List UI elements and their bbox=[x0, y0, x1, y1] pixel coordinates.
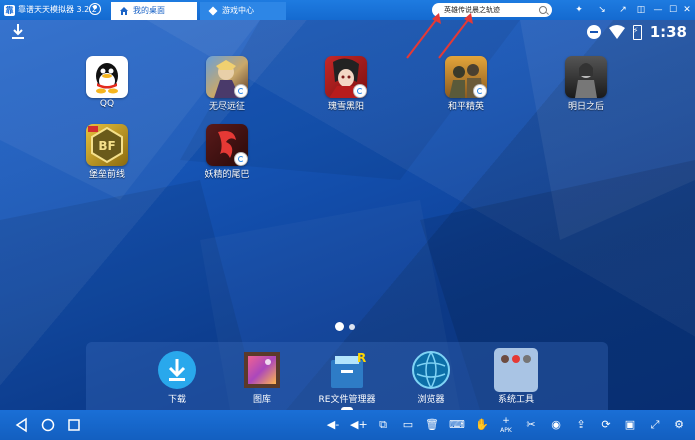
svg-text:R: R bbox=[357, 351, 366, 365]
user-account-icon[interactable] bbox=[89, 3, 101, 15]
recents-icon[interactable] bbox=[66, 417, 82, 433]
app-logo-icon: 靠 bbox=[4, 4, 15, 16]
home-icon[interactable] bbox=[40, 417, 56, 433]
app-mingri-zhihou[interactable]: 明日之后 bbox=[551, 56, 621, 112]
expand-icon[interactable]: ↗ bbox=[616, 3, 630, 17]
app-label: 和平精英 bbox=[447, 102, 484, 112]
search-icon[interactable] bbox=[539, 6, 547, 14]
yaojing-weiba-icon bbox=[206, 124, 248, 166]
system-tools-folder-icon bbox=[494, 348, 538, 392]
app-baolei-qianxian[interactable]: BF 堡垒前线 bbox=[72, 124, 142, 180]
tab-label: 我的桌面 bbox=[133, 6, 165, 15]
game-badge-icon bbox=[234, 152, 248, 166]
guixue-heiyang-icon bbox=[325, 56, 367, 98]
browser-icon bbox=[411, 350, 451, 390]
android-desktop: 1:38 QQ 无尽远征 瑰雪黑阳 bbox=[0, 20, 695, 412]
tab-my-desktop[interactable]: 我的桌面 bbox=[111, 2, 197, 20]
app-wujin-yuanzheng[interactable]: 无尽远征 bbox=[192, 56, 262, 112]
share-icon[interactable]: ⇪ bbox=[573, 417, 589, 433]
dock-item-gallery[interactable]: 图库 bbox=[222, 350, 302, 405]
pin-icon[interactable]: ✦ bbox=[572, 3, 586, 17]
shrink-icon[interactable]: ↘ bbox=[595, 3, 609, 17]
rotate-icon[interactable]: ⟳ bbox=[598, 417, 614, 433]
back-icon[interactable] bbox=[14, 417, 30, 433]
home-icon bbox=[120, 7, 128, 15]
do-not-disturb-icon bbox=[586, 25, 601, 39]
svg-text:BF: BF bbox=[98, 139, 115, 153]
app-heping-jingying[interactable]: 和平精英 bbox=[431, 56, 501, 112]
download-app-icon bbox=[157, 350, 197, 390]
heping-jingying-icon bbox=[445, 56, 487, 98]
multi-instance-icon[interactable]: ⧉ bbox=[375, 417, 391, 433]
app-label: QQ bbox=[99, 99, 115, 109]
app-qq[interactable]: QQ bbox=[72, 56, 142, 109]
apk-install-icon[interactable]: + APK bbox=[498, 417, 514, 435]
app-label: 瑰雪黑阳 bbox=[327, 102, 364, 112]
folder-icon[interactable]: ▭ bbox=[400, 417, 416, 433]
location-icon[interactable]: ◉ bbox=[548, 417, 564, 433]
dock-item-browser[interactable]: 浏览器 bbox=[391, 350, 471, 405]
game-badge-icon bbox=[234, 84, 248, 98]
fullscreen-icon[interactable]: ⤢ bbox=[647, 417, 663, 433]
gallery-icon bbox=[242, 350, 282, 390]
volume-down-icon[interactable]: ◀- bbox=[325, 417, 341, 433]
settings-icon[interactable]: ⚙ bbox=[671, 417, 687, 433]
qq-icon bbox=[86, 56, 128, 98]
restore-icon[interactable]: ◫ bbox=[634, 3, 648, 17]
game-badge-icon bbox=[353, 84, 367, 98]
battery-charging-icon bbox=[632, 24, 642, 40]
annotation-arrows bbox=[406, 13, 473, 59]
android-status-bar: 1:38 bbox=[0, 20, 695, 44]
dock: 下载 图库 R RE文件管理器 浏览器 系统工具 bbox=[86, 342, 608, 410]
app-label: 无尽远征 bbox=[208, 102, 245, 112]
app-title: 靠 靠谱天天模拟器 3.2.2 bbox=[4, 0, 97, 20]
status-time: 1:38 bbox=[649, 23, 687, 41]
app-yaojing-weiba[interactable]: 妖精的尾巴 bbox=[192, 124, 262, 180]
close-icon[interactable]: ✕ bbox=[680, 3, 694, 17]
minimize-icon[interactable]: — bbox=[651, 3, 665, 17]
dock-label: 图库 bbox=[252, 395, 271, 405]
app-title-text: 靠谱天天模拟器 3.2.2 bbox=[18, 5, 97, 14]
page-dot-active[interactable] bbox=[335, 322, 344, 331]
maximize-icon[interactable]: ☐ bbox=[666, 3, 680, 17]
app-label: 堡垒前线 bbox=[88, 170, 125, 180]
mingri-zhihou-icon bbox=[565, 56, 607, 98]
dock-item-re-file-manager[interactable]: R RE文件管理器 bbox=[307, 350, 387, 405]
keyboard-icon[interactable]: ⌨ bbox=[449, 417, 465, 433]
screen-icon[interactable]: ▣ bbox=[622, 417, 638, 433]
screenshot-icon[interactable]: ✂ bbox=[523, 417, 539, 433]
nav-bar: ◀- ◀+ ⧉ ▭ 🗑 ⌨ ✋ + APK ✂ ◉ ⇪ ⟳ ▣ ⤢ ⚙ bbox=[0, 410, 695, 440]
dock-label: RE文件管理器 bbox=[318, 395, 376, 405]
tab-label: 游戏中心 bbox=[222, 6, 254, 15]
dock-label: 浏览器 bbox=[417, 395, 445, 405]
apk-label: APK bbox=[500, 427, 512, 434]
app-label: 妖精的尾巴 bbox=[204, 170, 250, 180]
game-center-icon bbox=[208, 6, 218, 16]
re-file-manager-icon: R bbox=[327, 350, 367, 390]
game-badge-icon bbox=[473, 84, 487, 98]
trash-icon[interactable]: 🗑 bbox=[424, 417, 440, 433]
dock-label: 下载 bbox=[167, 395, 186, 405]
app-guixue-heiyang[interactable]: 瑰雪黑阳 bbox=[311, 56, 381, 112]
title-bar: 靠 靠谱天天模拟器 3.2.2 我的桌面 游戏中心 英雄传说晨之轨迹 ✦ ↘ ↗… bbox=[0, 0, 695, 20]
baolei-qianxian-icon: BF bbox=[86, 124, 128, 166]
app-label: 明日之后 bbox=[567, 102, 604, 112]
page-dot[interactable] bbox=[349, 323, 355, 330]
dock-item-system-tools[interactable]: 系统工具 bbox=[476, 348, 556, 405]
tab-game-center[interactable]: 游戏中心 bbox=[200, 2, 286, 20]
shake-icon[interactable]: ✋ bbox=[474, 417, 490, 433]
download-icon[interactable] bbox=[11, 23, 25, 41]
dock-item-download[interactable]: 下载 bbox=[137, 350, 217, 405]
volume-up-icon[interactable]: ◀+ bbox=[350, 417, 368, 433]
wifi-icon bbox=[608, 25, 625, 39]
dock-label: 系统工具 bbox=[497, 395, 534, 405]
wujin-yuanzheng-icon bbox=[206, 56, 248, 98]
page-indicator bbox=[335, 322, 355, 331]
